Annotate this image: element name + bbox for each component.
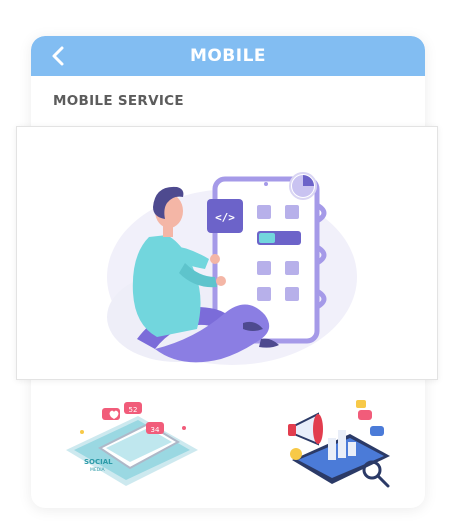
page-title: MOBILE	[189, 46, 267, 66]
social-media-thumbnail[interactable]: 52 34 SOCIAL MEDIA	[62, 398, 202, 490]
social-badge-count: 52	[129, 406, 138, 414]
section-title: MOBILE SERVICE	[53, 93, 184, 109]
media-label: MEDIA	[90, 467, 106, 473]
page: MOBILE MOBILE SERVICE </> 52 34 SOCIAL M…	[0, 0, 453, 530]
social-badge-count: 34	[151, 426, 160, 434]
code-glyph: </>	[215, 211, 235, 224]
digital-marketing-thumbnail[interactable]	[278, 398, 398, 494]
feature-illustration-card: </>	[16, 126, 438, 380]
mobile-developer-illustration: </>	[107, 172, 357, 365]
header-bar: MOBILE	[31, 36, 425, 76]
social-label: SOCIAL	[84, 458, 113, 466]
